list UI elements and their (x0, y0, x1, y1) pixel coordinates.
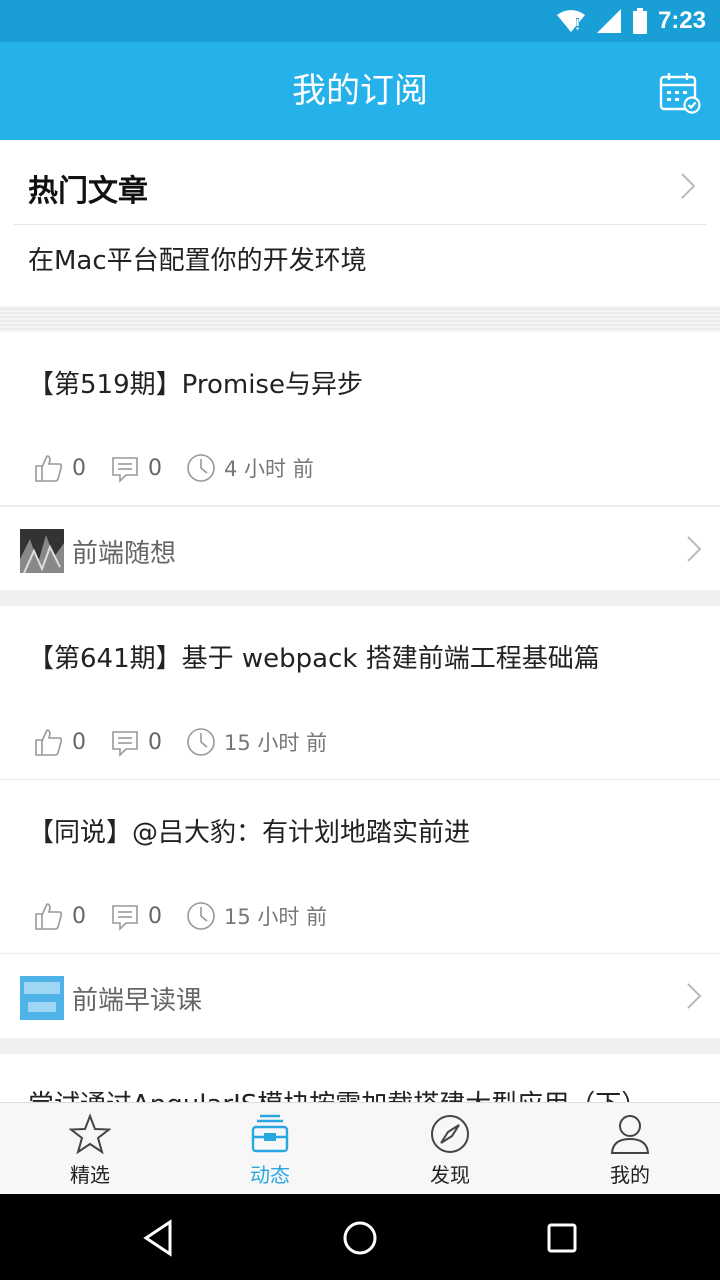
article-time: 4 小时 前 (224, 457, 314, 481)
comment-icon[interactable] (110, 901, 140, 931)
source-name: 前端早读课 (72, 986, 203, 1016)
comment-count: 0 (148, 729, 162, 755)
chevron-right-icon (687, 536, 702, 562)
article-item[interactable]: 【第641期】基于 webpack 搭建前端工程基础篇 0 0 15 小时 前 (0, 606, 720, 780)
article-title: 【第519期】Promise与异步 (28, 370, 363, 400)
article-time: 15 小时 前 (224, 905, 328, 929)
article-meta: 0 0 4 小时 前 (34, 452, 338, 484)
inbox-icon (251, 1114, 289, 1153)
tab-label: 发现 (430, 1163, 470, 1187)
divider (0, 590, 720, 606)
article-title: 【同说】@吕大豹：有计划地踏实前进 (28, 818, 471, 848)
thumbs-up-icon[interactable] (34, 727, 64, 757)
article-title: 【第641期】基于 webpack 搭建前端工程基础篇 (28, 644, 600, 674)
source-name: 前端随想 (72, 539, 177, 569)
status-icons: 7:23 (556, 6, 706, 36)
tab-featured[interactable]: 精选 (0, 1103, 180, 1194)
hot-article-link[interactable]: 在Mac平台配置你的开发环境 (28, 240, 367, 277)
article-meta: 0 0 15 小时 前 (34, 900, 351, 932)
article-meta: 0 0 15 小时 前 (34, 726, 351, 758)
source-row[interactable]: 前端随想 (0, 506, 720, 590)
source-avatar (20, 976, 64, 1020)
user-icon (610, 1115, 650, 1154)
comment-icon[interactable] (110, 453, 140, 483)
tab-activity[interactable]: 动态 (180, 1103, 360, 1194)
clock-icon (187, 728, 215, 756)
article-time: 15 小时 前 (224, 731, 328, 755)
article-title: 尝试通过AngularJS模块按需加载搭建大型应用（下） (28, 1084, 647, 1102)
compass-icon (431, 1115, 469, 1153)
tab-label: 我的 (610, 1163, 650, 1187)
hot-articles-header[interactable]: 热门文章 (14, 140, 706, 225)
star-icon (69, 1113, 111, 1155)
clock-icon (187, 902, 215, 930)
bottom-tab-bar: 精选 动态 发现 我的 (0, 1102, 720, 1194)
wifi-icon (556, 10, 585, 32)
comment-icon[interactable] (110, 727, 140, 757)
like-count: 0 (72, 729, 86, 755)
status-time: 7:23 (657, 7, 706, 34)
source-row[interactable]: 前端早读课 (0, 954, 720, 1038)
like-count: 0 (72, 455, 86, 481)
battery-icon (632, 8, 647, 34)
divider (0, 306, 720, 332)
tab-label: 动态 (250, 1163, 290, 1187)
hot-articles-section: 热门文章 在Mac平台配置你的开发环境 (0, 140, 720, 306)
thumbs-up-icon[interactable] (34, 453, 64, 483)
tab-me[interactable]: 我的 (540, 1103, 720, 1194)
feed[interactable]: 热门文章 在Mac平台配置你的开发环境 【第519期】Promise与异步 0 … (0, 140, 720, 1102)
comment-count: 0 (148, 903, 162, 929)
tab-label: 精选 (70, 1163, 110, 1187)
home-icon[interactable] (340, 1218, 380, 1258)
hot-articles-title: 热门文章 (28, 174, 148, 209)
source-avatar (20, 529, 64, 573)
back-icon[interactable] (138, 1218, 178, 1258)
signal-icon (596, 9, 621, 33)
chevron-right-icon (687, 983, 702, 1009)
system-nav-bar (0, 1194, 720, 1280)
article-item[interactable]: 尝试通过AngularJS模块按需加载搭建大型应用（下） (0, 1054, 720, 1102)
like-count: 0 (72, 903, 86, 929)
tab-discover[interactable]: 发现 (360, 1103, 540, 1194)
article-item[interactable]: 【第519期】Promise与异步 0 0 4 小时 前 (0, 332, 720, 506)
clock-icon (187, 454, 215, 482)
thumbs-up-icon[interactable] (34, 901, 64, 931)
divider (0, 1038, 720, 1054)
recents-icon[interactable] (542, 1218, 582, 1258)
status-bar: 7:23 (0, 0, 720, 42)
app-bar: 我的订阅 (0, 42, 720, 140)
subscription-card: 【第641期】基于 webpack 搭建前端工程基础篇 0 0 15 小时 前 … (0, 606, 720, 1038)
chevron-right-icon (681, 173, 696, 199)
subscription-card: 【第519期】Promise与异步 0 0 4 小时 前 前端随想 (0, 332, 720, 590)
comment-count: 0 (148, 455, 162, 481)
page-title: 我的订阅 (292, 71, 428, 111)
article-item[interactable]: 【同说】@吕大豹：有计划地踏实前进 0 0 15 小时 前 (0, 780, 720, 954)
calendar-check-icon[interactable] (658, 70, 702, 114)
